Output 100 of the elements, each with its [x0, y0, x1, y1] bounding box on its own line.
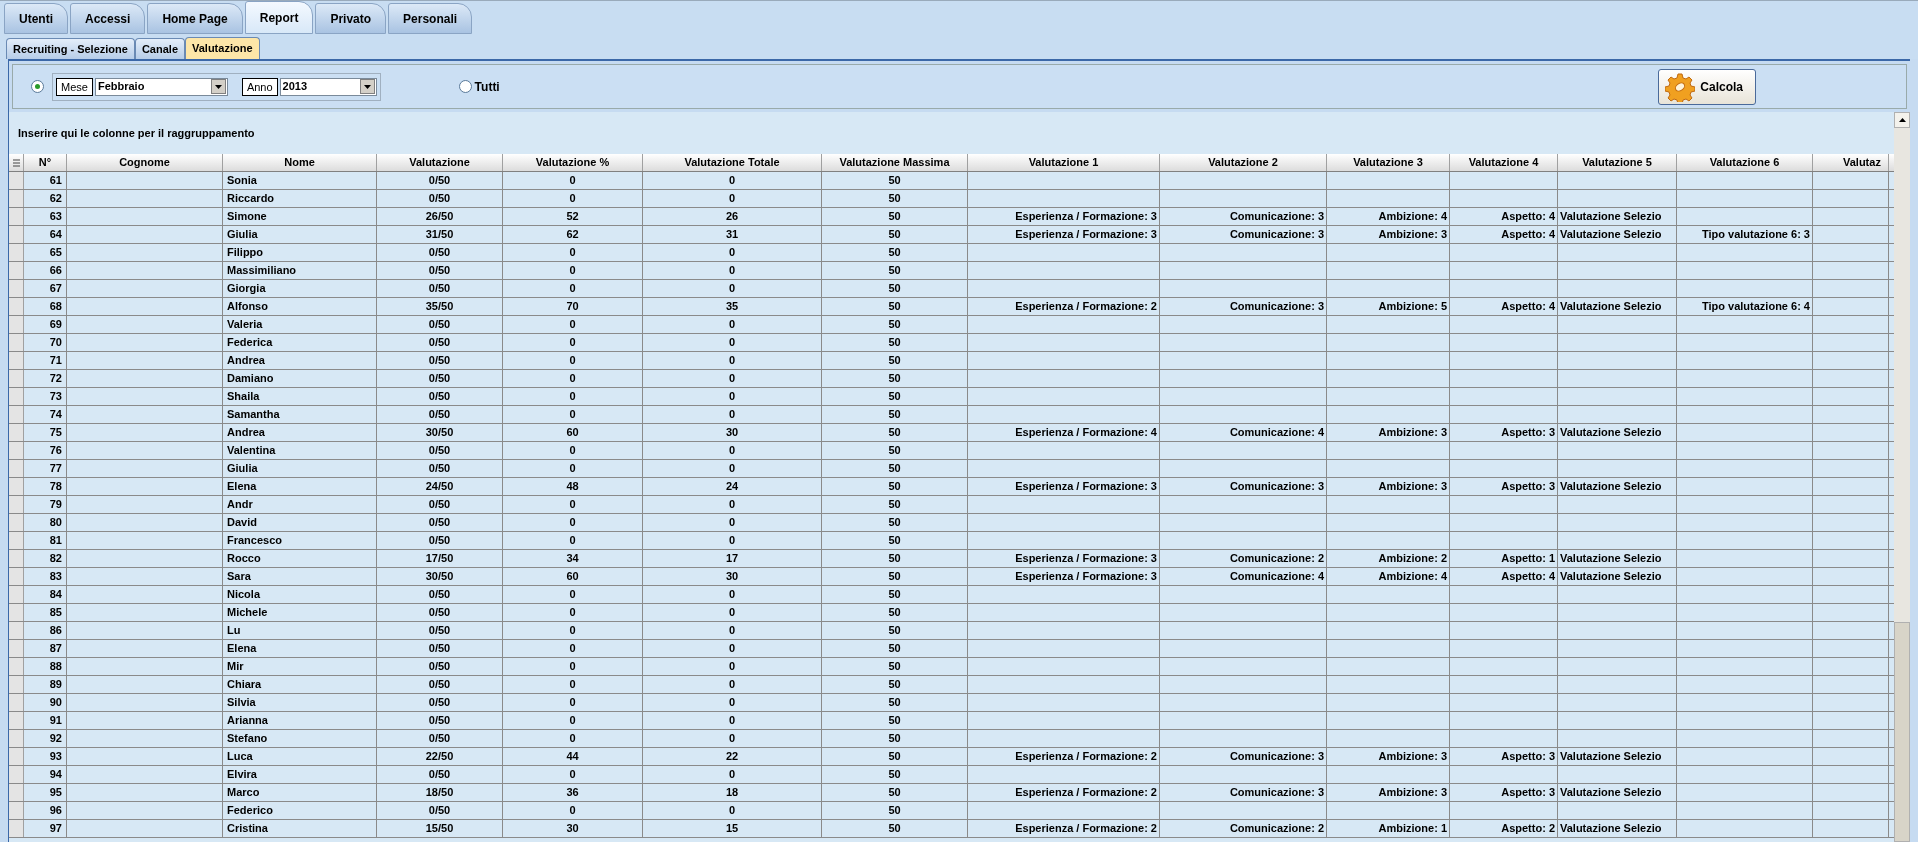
row-selector[interactable] [9, 496, 24, 513]
column-header[interactable]: Valutazione [377, 154, 503, 171]
tab[interactable]: Report [244, 1, 314, 34]
row-selector[interactable] [9, 442, 24, 459]
table-cell: 0/50 [428, 588, 451, 600]
row-selector[interactable] [9, 424, 24, 441]
row-selector[interactable] [9, 730, 24, 747]
table-cell: Valutazione Selezio [1560, 786, 1662, 798]
vertical-scrollbar[interactable] [1894, 112, 1910, 842]
column-header[interactable]: Valutazione 6 [1677, 154, 1813, 171]
row-selector[interactable] [9, 280, 24, 297]
table-cell: 94 [49, 768, 62, 780]
row-selector[interactable] [9, 586, 24, 603]
table-cell: 50 [888, 822, 901, 834]
row-selector[interactable] [9, 208, 24, 225]
row-selector[interactable] [9, 694, 24, 711]
radio-button[interactable] [31, 80, 44, 93]
table-cell: 0/50 [428, 336, 451, 348]
row-selector[interactable] [9, 316, 24, 333]
table-cell: 0 [569, 516, 576, 528]
table-cell: 0 [728, 516, 736, 528]
row-selector[interactable] [9, 388, 24, 405]
table-cell: 0 [569, 462, 576, 474]
row-selector[interactable] [9, 820, 24, 837]
row-selector[interactable] [9, 172, 24, 189]
table-cell: Ambizione: 3 [1378, 228, 1447, 240]
row-selector[interactable] [9, 766, 24, 783]
table-cell: 0/50 [428, 678, 451, 690]
row-selector[interactable] [9, 298, 24, 315]
row-selector[interactable] [9, 604, 24, 621]
row-selector[interactable] [9, 622, 24, 639]
row-selector[interactable] [9, 712, 24, 729]
row-selector[interactable] [9, 370, 24, 387]
row-selector[interactable] [9, 514, 24, 531]
table-cell: Valutazione Selezio [1560, 480, 1662, 492]
table-cell: 0/50 [428, 192, 451, 204]
row-selector[interactable] [9, 478, 24, 495]
table-cell: 26 [725, 210, 739, 222]
column-header[interactable]: N° [24, 154, 67, 171]
row-selector[interactable] [9, 748, 24, 765]
row-selector[interactable] [9, 550, 24, 567]
table-cell: 0 [728, 714, 736, 726]
row-selector[interactable] [9, 460, 24, 477]
row-selector[interactable] [9, 352, 24, 369]
tab[interactable]: Valutazione [185, 37, 260, 59]
row-selector[interactable] [9, 802, 24, 819]
column-header[interactable]: Valutazione % [503, 154, 643, 171]
table-cell: 0/50 [428, 264, 451, 276]
column-header[interactable]: Valutazione 4 [1450, 154, 1558, 171]
scroll-up-icon[interactable] [1894, 112, 1910, 128]
row-selector[interactable] [9, 568, 24, 585]
table-cell: 17 [725, 552, 739, 564]
column-header[interactable]: Valutaz [1813, 154, 1889, 171]
row-selector[interactable] [9, 334, 24, 351]
table-cell: 0/50 [428, 498, 451, 510]
tab[interactable]: Privato [315, 3, 387, 34]
table-cell: 82 [49, 552, 62, 564]
table-cell: 70 [566, 300, 579, 312]
tab[interactable]: Home Page [147, 3, 243, 34]
tab[interactable]: Personali [388, 3, 473, 34]
table-cell: 0 [569, 660, 576, 672]
scroll-thumb[interactable] [1894, 622, 1910, 842]
dropdown-field[interactable]: 2013 [279, 77, 377, 96]
table-cell: 0 [728, 768, 736, 780]
table-cell: 68 [49, 300, 62, 312]
column-header[interactable]: Valutazione 1 [968, 154, 1160, 171]
table-cell: Valutazione Selezio [1560, 228, 1662, 240]
row-selector[interactable] [9, 532, 24, 549]
table-cell: 73 [49, 390, 62, 402]
row-selector[interactable] [9, 658, 24, 675]
row-selector[interactable] [9, 262, 24, 279]
row-selector[interactable] [9, 226, 24, 243]
tab[interactable]: Recruiting - Selezione [6, 38, 135, 59]
column-header[interactable]: Nome [223, 154, 377, 171]
table-cell: 50 [888, 498, 901, 510]
field-label: Mese [56, 77, 93, 96]
tab[interactable]: Canale [134, 38, 185, 59]
column-header[interactable]: Valutazione 3 [1327, 154, 1450, 171]
calculate-button[interactable]: Calcola [1658, 68, 1756, 105]
table-cell: 0 [728, 678, 736, 690]
row-selector[interactable] [9, 676, 24, 693]
table-cell: Chiara [227, 678, 262, 690]
column-header[interactable]: Valutazione Totale [643, 154, 822, 171]
row-selector[interactable] [9, 406, 24, 423]
row-selector[interactable] [9, 640, 24, 657]
row-selector[interactable] [9, 784, 24, 801]
row-selector[interactable] [9, 244, 24, 261]
row-selector[interactable] [9, 190, 24, 207]
table-cell: Ambizione: 5 [1378, 300, 1447, 312]
column-header[interactable]: Valutazione 2 [1160, 154, 1327, 171]
radio-button[interactable] [458, 80, 472, 93]
column-header[interactable]: Valutazione 5 [1558, 154, 1677, 171]
column-header[interactable]: Valutazione Massima [822, 154, 968, 171]
table-cell: 0/50 [428, 534, 451, 546]
dropdown-field[interactable]: Febbraio [94, 77, 228, 96]
tab[interactable]: Utenti [4, 3, 68, 34]
column-header[interactable]: Cognome [67, 154, 223, 171]
table-cell: 24/50 [425, 480, 454, 492]
tab[interactable]: Accessi [70, 3, 146, 34]
table-cell: 0/50 [428, 354, 451, 366]
